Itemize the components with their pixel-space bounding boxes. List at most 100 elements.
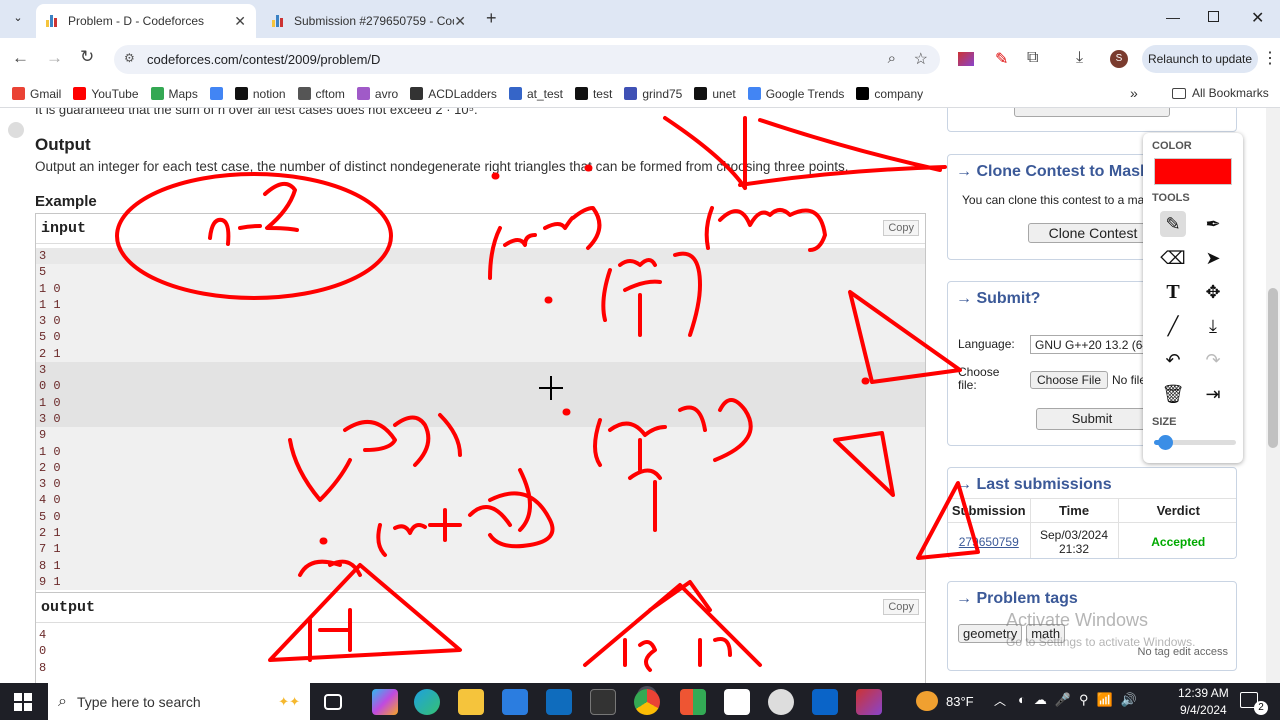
- bookmark-item[interactable]: [209, 87, 223, 100]
- url-text: codeforces.com/contest/2009/problem/D: [147, 52, 381, 67]
- bookmark-item[interactable]: company: [856, 87, 923, 101]
- clock-app-icon[interactable]: [768, 689, 794, 715]
- profile-avatar[interactable]: S: [1110, 50, 1128, 68]
- bookmark-favicon-icon: [297, 87, 311, 100]
- bookmark-favicon-icon: [624, 87, 638, 100]
- size-label: SIZE: [1152, 416, 1177, 428]
- text-tool-icon[interactable]: T: [1160, 279, 1186, 305]
- redo-icon[interactable]: ↷: [1200, 347, 1226, 373]
- bookmark-item[interactable]: Maps: [150, 87, 198, 101]
- new-tab-button[interactable]: +: [486, 8, 497, 29]
- bookmark-item[interactable]: ACDLadders: [410, 87, 497, 101]
- folder-icon: [1172, 87, 1186, 99]
- annotation-circle: [115, 172, 393, 300]
- mail-icon[interactable]: [546, 689, 572, 715]
- tab-submission[interactable]: Submission #279650759 - Code ✕: [262, 4, 476, 38]
- windows-start-icon[interactable]: [14, 693, 32, 711]
- close-window-icon[interactable]: ✕: [1251, 8, 1264, 28]
- size-slider[interactable]: [1154, 435, 1236, 450]
- bookmark-item[interactable]: avro: [356, 87, 398, 101]
- extensions-puzzle-icon[interactable]: ⧉: [1027, 49, 1038, 67]
- menu-icon[interactable]: ⋮: [1262, 48, 1278, 68]
- relaunch-button[interactable]: Relaunch to update: [1142, 45, 1258, 73]
- trash-icon[interactable]: 🗑: [1160, 381, 1186, 407]
- relaunch-label: Relaunch to update: [1147, 52, 1253, 66]
- edge-icon[interactable]: [414, 689, 440, 715]
- undo-icon[interactable]: ↶: [1160, 347, 1186, 373]
- close-tab-icon[interactable]: ✕: [234, 13, 246, 30]
- task-view-icon[interactable]: [324, 694, 342, 710]
- bookmark-favicon-icon: [356, 87, 370, 100]
- search-icon: ⌕: [58, 692, 67, 710]
- bookmark-item[interactable]: Google Trends: [747, 87, 844, 101]
- bitwarden-icon[interactable]: [724, 689, 750, 715]
- pointer-icon[interactable]: ➤: [1200, 245, 1226, 271]
- copilot-icon[interactable]: [372, 689, 398, 715]
- tab-problem[interactable]: Problem - D - Codeforces ✕: [36, 4, 256, 38]
- exit-icon[interactable]: ⇥: [1200, 381, 1226, 407]
- annotation-triangle-small: [833, 431, 895, 497]
- address-bar[interactable]: ⚙ codeforces.com/contest/2009/problem/D …: [114, 45, 940, 74]
- pen-tool-icon[interactable]: ✎: [1160, 211, 1186, 237]
- annotation-triangle-bottom-mid: [583, 580, 762, 672]
- store-icon[interactable]: [502, 689, 528, 715]
- eraser-icon[interactable]: ⌫: [1160, 245, 1186, 271]
- forward-icon[interactable]: →: [46, 48, 63, 68]
- tray-icons[interactable]: ◐☁🎤⚲📶🔊: [1018, 692, 1145, 708]
- profile-initial: S: [1115, 53, 1123, 64]
- tray-chevron-icon[interactable]: ︿: [994, 692, 1006, 709]
- terminal-icon[interactable]: [590, 689, 616, 715]
- bookmark-favicon-icon: [694, 87, 708, 100]
- bookmark-label: YouTube: [91, 86, 139, 101]
- taskbar-search[interactable]: ⌕ Type here to search ✦✦: [48, 683, 310, 720]
- save-icon[interactable]: ⤓: [1200, 313, 1226, 339]
- bookmark-item[interactable]: unet: [694, 87, 736, 101]
- bookmark-favicon-icon: [12, 87, 25, 100]
- bookmark-item[interactable]: YouTube: [73, 86, 139, 101]
- all-bookmarks[interactable]: All Bookmarks: [1172, 86, 1269, 100]
- download-icon[interactable]: ⤓: [1076, 49, 1083, 67]
- highlighter-icon[interactable]: ✒: [1200, 211, 1226, 237]
- bookmark-favicon-icon: [410, 87, 424, 100]
- annotation-triangle-bottom-right: [916, 481, 980, 560]
- size-slider-knob[interactable]: [1158, 435, 1174, 450]
- bookmark-item[interactable]: grind75: [624, 87, 682, 101]
- minimize-icon[interactable]: —: [1166, 9, 1180, 25]
- line-tool-icon[interactable]: ╱: [1160, 313, 1186, 339]
- draw-app-icon[interactable]: [856, 689, 882, 715]
- bookmark-label: test: [592, 86, 613, 101]
- tab-list-dropdown[interactable]: ⌄: [8, 8, 28, 28]
- close-tab-icon[interactable]: ✕: [454, 13, 466, 30]
- bookmark-favicon-icon: [73, 87, 87, 100]
- bookmark-star-icon[interactable]: ☆: [914, 49, 928, 69]
- bookmark-label: grind75: [642, 86, 683, 101]
- bookmark-item[interactable]: cftom: [297, 87, 345, 101]
- bookmark-item[interactable]: at_test: [508, 87, 563, 101]
- tab-title: Problem - D - Codeforces: [68, 14, 205, 28]
- annotation-triangle-right: [848, 290, 962, 384]
- bookmark-item[interactable]: Gmail: [12, 87, 61, 101]
- chrome-icon[interactable]: [634, 689, 660, 715]
- clock-time[interactable]: 12:39 AM: [1178, 686, 1229, 700]
- bookmarks-overflow-icon[interactable]: »: [1130, 85, 1138, 101]
- bookmark-item[interactable]: notion: [234, 87, 286, 101]
- color-swatch[interactable]: [1154, 158, 1232, 185]
- bookmarks-bar: Gmail YouTube Maps notion cftom avro ACDLadder…: [0, 80, 1280, 108]
- maximize-icon[interactable]: [1208, 11, 1219, 22]
- pen-extension-icon[interactable]: ✎: [995, 49, 1008, 69]
- zoom-icon[interactable]: ⌕: [888, 50, 896, 67]
- weather-icon[interactable]: [916, 691, 938, 711]
- extension-icon[interactable]: [958, 52, 974, 66]
- site-info-icon[interactable]: ⚙: [124, 51, 135, 65]
- bookmark-item[interactable]: test: [574, 86, 613, 101]
- back-icon[interactable]: ←: [12, 48, 29, 68]
- annotation-top-lines: [663, 116, 947, 190]
- file-explorer-icon[interactable]: [458, 689, 484, 715]
- app-grid-icon[interactable]: [680, 689, 706, 715]
- reload-icon[interactable]: ↻: [80, 47, 94, 67]
- move-icon[interactable]: ✥: [1200, 279, 1226, 305]
- clock-date[interactable]: 9/4/2024: [1180, 703, 1227, 717]
- outlook-icon[interactable]: [812, 689, 838, 715]
- weather-temp[interactable]: 83°F: [946, 694, 974, 709]
- search-highlight-icon: ✦✦: [278, 693, 300, 709]
